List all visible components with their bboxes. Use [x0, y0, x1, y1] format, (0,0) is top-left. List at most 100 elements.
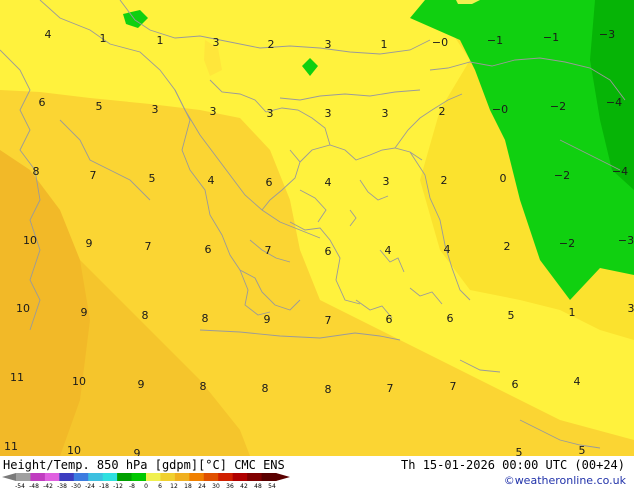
contour-label: 6 — [447, 312, 454, 325]
scale-swatch — [160, 473, 176, 481]
contour-label: −2 — [550, 100, 566, 113]
contour-label: −2 — [559, 237, 575, 250]
contour-label: 6 — [386, 313, 393, 326]
scale-arrow-right — [276, 473, 290, 481]
contour-label: −1 — [487, 34, 503, 47]
contour-label: 7 — [90, 169, 97, 182]
contour-label: 10 — [23, 234, 37, 247]
contour-label: 5 — [516, 446, 523, 456]
contour-label: 5 — [96, 100, 103, 113]
color-scale-bars — [2, 473, 290, 481]
scale-swatch — [232, 473, 248, 481]
contour-label: 6 — [325, 245, 332, 258]
contour-label: 2 — [439, 105, 446, 118]
scale-tick-label: -30 — [71, 483, 81, 490]
scale-swatch — [44, 473, 60, 481]
contour-label: 3 — [267, 107, 274, 120]
contour-label: 7 — [325, 314, 332, 327]
contour-label: 10 — [72, 375, 86, 388]
contour-label: 10 — [16, 302, 30, 315]
contour-label: 4 — [208, 174, 215, 187]
scale-swatch — [189, 473, 205, 481]
contour-label: 4 — [385, 244, 392, 257]
contour-label: 6 — [512, 378, 519, 391]
contour-label: 8 — [142, 309, 149, 322]
contour-label: 6 — [205, 243, 212, 256]
weather-map: 4 1 1 3 2 3 1 −0 −1 −1 −3 6 5 3 3 3 3 3 2 −0 −2 −4 8 7 5 4 6 4 3 2 0 −2… — [0, 0, 634, 456]
contour-label: 3 — [382, 107, 389, 120]
contour-label: −3 — [599, 28, 615, 41]
scale-swatch — [88, 473, 104, 481]
scale-tick-label: 54 — [268, 483, 276, 490]
contour-label: 3 — [210, 105, 217, 118]
scale-swatch — [203, 473, 219, 481]
contour-label: 8 — [202, 312, 209, 325]
contour-label: 5 — [149, 172, 156, 185]
scale-tick-label: 48 — [254, 483, 262, 490]
scale-swatch — [30, 473, 46, 481]
contour-label: 7 — [387, 382, 394, 395]
contour-label: 8 — [262, 382, 269, 395]
contour-label: −1 — [543, 31, 559, 44]
contour-label: 2 — [268, 38, 275, 51]
contour-label: 4 — [444, 243, 451, 256]
contour-label: 1 — [569, 306, 576, 319]
map-title: Height/Temp. 850 hPa [gdpm][°C] CMC ENS — [3, 458, 285, 472]
contour-label: 3 — [628, 302, 634, 315]
scale-swatch — [102, 473, 118, 481]
scale-tick-label: 12 — [170, 483, 178, 490]
scale-tick-label: 36 — [226, 483, 234, 490]
contour-label: 3 — [213, 36, 220, 49]
contour-label: 6 — [39, 96, 46, 109]
contour-label: −0 — [432, 36, 448, 49]
scale-swatch — [174, 473, 190, 481]
contour-label: −2 — [554, 169, 570, 182]
map-valid-time: Th 15-01-2026 00:00 UTC (00+24) — [401, 458, 625, 472]
scale-tick-label: -54 — [15, 483, 25, 490]
scale-tick-label: -42 — [43, 483, 53, 490]
map-footer: Height/Temp. 850 hPa [gdpm][°C] CMC ENS … — [0, 456, 634, 490]
scale-tick-label: -48 — [29, 483, 39, 490]
contour-label: 10 — [67, 444, 81, 456]
scale-tick-label: 30 — [212, 483, 220, 490]
scale-tick-label: -18 — [99, 483, 109, 490]
contour-label: 1 — [157, 34, 164, 47]
contour-label: 7 — [145, 240, 152, 253]
scale-tick-label: -24 — [85, 483, 95, 490]
scale-tick-label: 42 — [240, 483, 248, 490]
site-credit[interactable]: ©weatheronline.co.uk — [504, 474, 626, 487]
contour-label: 2 — [441, 174, 448, 187]
contour-label: 11 — [4, 440, 18, 453]
color-scale-ticks: -54 -48 -42 -38 -30 -24 -18 -12 -8 0 6 12 18 24 30 36 42… — [15, 483, 276, 490]
scale-swatch — [73, 473, 89, 481]
contour-label: 3 — [383, 175, 390, 188]
scale-swatch — [59, 473, 75, 481]
scale-tick-label: 6 — [158, 483, 162, 490]
map-canvas: 4 1 1 3 2 3 1 −0 −1 −1 −36 5 3 3 3 3 3 2 −0 −2 −48 7 5 4 6 4 3 2 0 −2… — [0, 0, 634, 456]
scale-swatch — [117, 473, 133, 481]
contour-label: 7 — [265, 244, 272, 257]
contour-label: 9 — [138, 378, 145, 391]
contour-label: −3 — [618, 234, 634, 247]
scale-tick-label: -12 — [113, 483, 123, 490]
scale-swatch — [146, 473, 161, 481]
contour-label: 8 — [325, 383, 332, 396]
color-scale: -54 -48 -42 -38 -30 -24 -18 -12 -8 0 6 12 18 24 30 36 42… — [2, 473, 290, 490]
contour-label: 8 — [33, 165, 40, 178]
contour-label: 4 — [574, 375, 581, 388]
scale-swatch — [218, 473, 234, 481]
contour-label: 9 — [86, 237, 93, 250]
contour-label: 0 — [500, 172, 507, 185]
contour-label: 7 — [450, 380, 457, 393]
contour-label: 3 — [152, 103, 159, 116]
contour-label: 8 — [200, 380, 207, 393]
contour-label: −4 — [606, 96, 622, 109]
contour-label: 3 — [325, 38, 332, 51]
contour-label: 1 — [100, 32, 107, 45]
contour-label: 9 — [264, 313, 271, 326]
contour-label: 2 — [504, 240, 511, 253]
contour-label: 4 — [45, 28, 52, 41]
contour-label: 4 — [325, 176, 332, 189]
contour-label: 9 — [134, 447, 141, 456]
scale-swatch — [131, 473, 147, 481]
